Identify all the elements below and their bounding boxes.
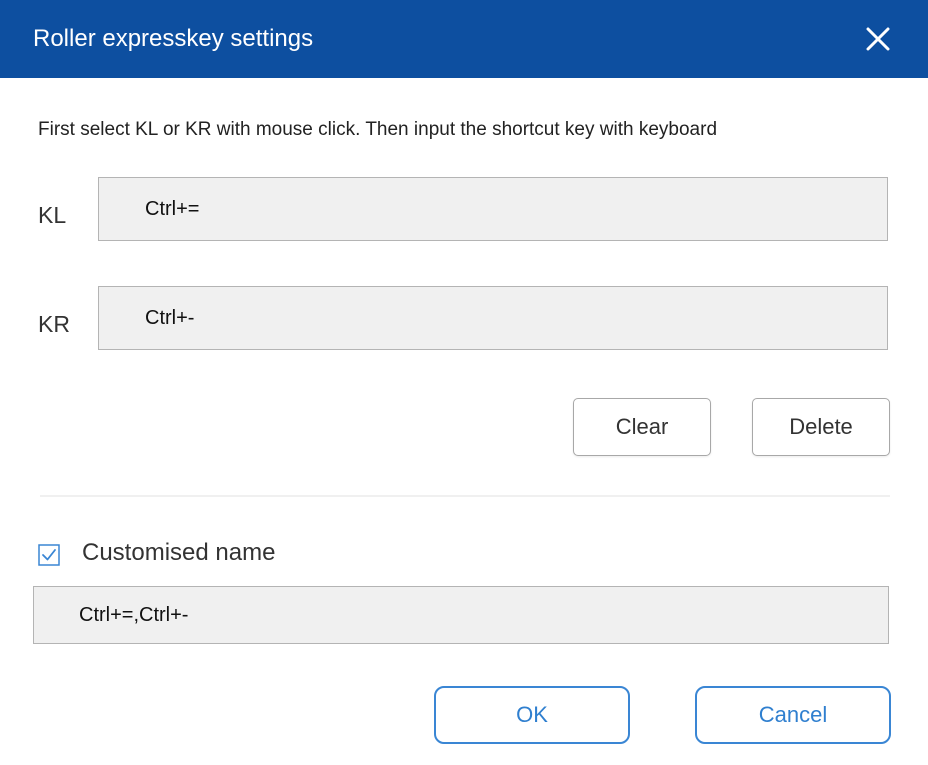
close-button[interactable]	[858, 19, 898, 59]
close-icon	[866, 27, 890, 51]
customised-name-label: Customised name	[82, 539, 276, 566]
instruction-text: First select KL or KR with mouse click. …	[38, 119, 718, 140]
customised-name-checkbox[interactable]	[38, 544, 60, 566]
ok-button[interactable]: OK	[434, 686, 630, 744]
clear-button[interactable]: Clear	[573, 398, 711, 456]
customised-name-input[interactable]: Ctrl+=,Ctrl+-	[33, 586, 889, 644]
checkbox-checked-icon	[38, 544, 60, 566]
divider	[40, 495, 890, 497]
dialog-title: Roller expresskey settings	[33, 25, 314, 52]
cancel-button[interactable]: Cancel	[695, 686, 891, 744]
title-bar: Roller expresskey settings	[0, 0, 928, 78]
delete-button[interactable]: Delete	[752, 398, 890, 456]
kr-label: KR	[38, 311, 70, 337]
kr-shortcut-field[interactable]: Ctrl+-	[98, 286, 888, 350]
kl-label: KL	[38, 202, 67, 228]
kl-shortcut-field[interactable]: Ctrl+=	[98, 177, 888, 241]
roller-expresskey-dialog: Roller expresskey settings First select …	[0, 0, 928, 765]
